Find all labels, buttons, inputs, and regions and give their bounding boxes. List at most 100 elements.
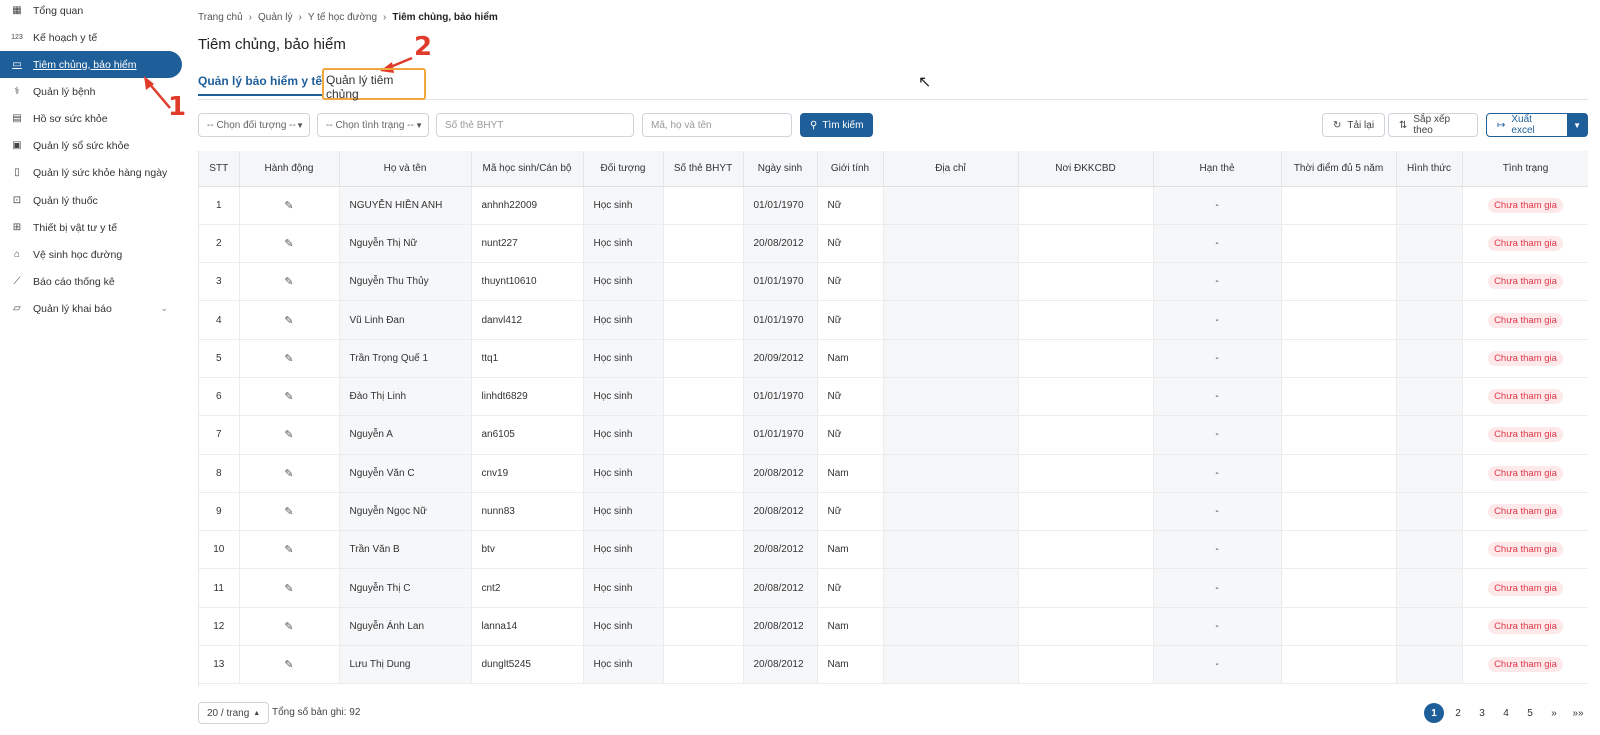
sidebar-item-0[interactable]: ▦ Tổng quan xyxy=(0,0,182,24)
export-excel-button[interactable]: ↦ Xuất excel ▼ xyxy=(1486,113,1588,137)
tab-bar: Quản lý bảo hiểm y tế Quản lý tiêm chủng xyxy=(198,68,1588,101)
table-body: 1 ✎ NGUYỄN HIỀN ANH anhnh22009 Học sinh 01/01… xyxy=(199,186,1588,685)
last-page-icon[interactable]: »» xyxy=(1568,703,1588,723)
row-dob: 01/01/1970 xyxy=(743,300,818,340)
row-subject: Học sinh xyxy=(583,300,664,340)
table-row: 10 ✎ Trần Văn Bbtv Học sinh 20/08/2012 Nam - Ch… xyxy=(199,530,1588,570)
row-bhyt xyxy=(663,415,744,455)
sidebar-item-4[interactable]: ▤ Hồ sơ sức khỏe xyxy=(0,105,182,132)
row-index: 9 xyxy=(199,492,240,532)
row-form xyxy=(1396,186,1463,225)
bhyt-input[interactable]: Số thẻ BHYT xyxy=(436,113,634,137)
row-bhyt xyxy=(663,645,744,685)
sidebar-item-7[interactable]: ⊡ Quản lý thuốc xyxy=(0,187,182,214)
tab-vaccination-management[interactable]: Quản lý tiêm chủng xyxy=(322,68,426,101)
page-button-5[interactable]: 5 xyxy=(1520,703,1540,723)
sidebar-item-9[interactable]: ⌂ Vệ sinh học đường xyxy=(0,241,182,268)
page-button-4[interactable]: 4 xyxy=(1496,703,1516,723)
row-actions: ✎ xyxy=(239,339,340,378)
row-form xyxy=(1396,415,1463,455)
sort-button-label: Sắp xếp theo xyxy=(1413,114,1451,136)
edit-pencil-icon[interactable]: ✎ xyxy=(284,200,293,212)
edit-pencil-icon[interactable]: ✎ xyxy=(284,621,293,633)
sidebar-item-6[interactable]: ▯ Quản lý sức khỏe hàng ngày xyxy=(0,159,182,186)
sidebar-item-1[interactable]: 123 Kế hoạch y tế xyxy=(0,24,182,51)
row-index: 6 xyxy=(199,377,240,417)
row-status: Chưa tham gia xyxy=(1462,454,1588,493)
sidebar-item-2[interactable]: ▭ Tiêm chủng, bảo hiểm xyxy=(0,51,182,78)
name-search-input[interactable]: Mã, họ và tên xyxy=(642,113,792,137)
column-header: Mã học sinh/Cán bộ xyxy=(471,151,584,187)
row-address xyxy=(883,607,1019,647)
row-dob: 20/08/2012 xyxy=(743,645,818,685)
row-name: Nguyễn A xyxy=(339,415,472,455)
reload-button-label: Tải lại xyxy=(1347,119,1375,131)
table-row: 1 ✎ NGUYỄN HIỀN ANH anhnh22009 Học sinh 01/01… xyxy=(199,186,1588,225)
row-name: Nguyễn Ánh Lan xyxy=(339,607,472,647)
tab-insurance-management[interactable]: Quản lý bảo hiểm y tế xyxy=(198,74,323,96)
edit-pencil-icon[interactable]: ✎ xyxy=(284,544,293,556)
export-excel-label-wrap[interactable]: ↦ Xuất excel xyxy=(1487,114,1567,136)
search-button[interactable]: ⚲ Tìm kiếm xyxy=(800,113,874,137)
breadcrumb-link[interactable]: Y tế học đường xyxy=(308,12,377,23)
row-form xyxy=(1396,454,1463,493)
edit-pencil-icon[interactable]: ✎ xyxy=(284,276,293,288)
page-title: Tiêm chủng, bảo hiểm xyxy=(198,36,346,53)
page-button-2[interactable]: 2 xyxy=(1448,703,1468,723)
row-five-year-date xyxy=(1281,224,1397,264)
status-select[interactable]: -- Chọn tình trạng -- ▼ xyxy=(317,113,429,137)
row-dob: 20/08/2012 xyxy=(743,568,818,608)
status-badge: Chưa tham gia xyxy=(1488,274,1563,290)
edit-pencil-icon[interactable]: ✎ xyxy=(284,391,293,403)
breadcrumb-link[interactable]: Trang chủ xyxy=(198,12,243,23)
edit-pencil-icon[interactable]: ✎ xyxy=(284,659,293,671)
chart-line-icon: ⟋ xyxy=(13,276,21,287)
edit-pencil-icon[interactable]: ✎ xyxy=(284,315,293,327)
edit-pencil-icon[interactable]: ✎ xyxy=(284,238,293,250)
reload-button[interactable]: ↻ Tải lại xyxy=(1322,113,1386,137)
row-address xyxy=(883,530,1019,570)
status-badge: Chưa tham gia xyxy=(1488,235,1563,251)
sidebar-item-11[interactable]: ▱ Quản lý khai báo ⌄ xyxy=(0,295,182,322)
page-button-3[interactable]: 3 xyxy=(1472,703,1492,723)
mouse-cursor-icon: ↖ xyxy=(918,74,932,91)
row-bhyt xyxy=(663,224,744,264)
row-code: nunn83 xyxy=(471,492,584,532)
sort-button[interactable]: ⇅ Sắp xếp theo xyxy=(1388,113,1478,137)
row-address xyxy=(883,300,1019,340)
main-content: Trang chủ › Quản lý › Y tế học đường › Tiêm ch… xyxy=(184,0,1600,735)
row-code: ttq1 xyxy=(471,339,584,378)
row-card-expiry: - xyxy=(1153,262,1282,302)
row-actions: ✎ xyxy=(239,377,340,417)
page-button-1[interactable]: 1 xyxy=(1424,703,1444,723)
row-five-year-date xyxy=(1281,645,1397,685)
edit-pencil-icon[interactable]: ✎ xyxy=(284,468,293,480)
row-form xyxy=(1396,262,1463,302)
chevron-down-icon[interactable]: ⌄ xyxy=(160,303,168,314)
edit-pencil-icon[interactable]: ✎ xyxy=(284,353,293,365)
row-dob: 01/01/1970 xyxy=(743,262,818,302)
row-status: Chưa tham gia xyxy=(1462,607,1588,647)
breadcrumb-link[interactable]: Quản lý xyxy=(258,12,292,23)
row-bhyt xyxy=(663,377,744,417)
page-size-select[interactable]: 20 / trang ▲ xyxy=(198,702,270,724)
edit-pencil-icon[interactable]: ✎ xyxy=(284,506,293,518)
row-gender: Nam xyxy=(817,645,884,685)
row-registered-clinic xyxy=(1018,607,1154,647)
next-page-icon[interactable]: » xyxy=(1544,703,1564,723)
row-card-expiry: - xyxy=(1153,454,1282,493)
edit-pencil-icon[interactable]: ✎ xyxy=(284,583,293,595)
table-row: 4 ✎ Vũ Linh Đan danvl412 Học sinh 01/01/1970 N… xyxy=(199,300,1588,340)
export-dropdown-caret-icon[interactable]: ▼ xyxy=(1567,114,1587,136)
status-badge: Chưa tham gia xyxy=(1488,465,1563,481)
row-gender: Nữ xyxy=(817,492,884,532)
subject-select[interactable]: -- Chọn đối tượng -- ▼ xyxy=(198,113,310,137)
sidebar-item-5[interactable]: ▣ Quản lý sổ sức khỏe xyxy=(0,132,182,159)
sidebar-item-3[interactable]: ⚕ Quản lý bệnh xyxy=(0,78,182,105)
search-button-label: Tìm kiếm xyxy=(822,119,864,131)
edit-pencil-icon[interactable]: ✎ xyxy=(284,429,293,441)
row-card-expiry: - xyxy=(1153,645,1282,685)
table-row: 13 ✎ Lưu Thị Dung dunglt5245 Học sinh 20/08/2… xyxy=(199,645,1588,685)
sidebar-item-10[interactable]: ⟋ Báo cáo thống kê xyxy=(0,268,182,295)
sidebar-item-8[interactable]: ⊞ Thiết bị vật tư y tế xyxy=(0,214,182,241)
